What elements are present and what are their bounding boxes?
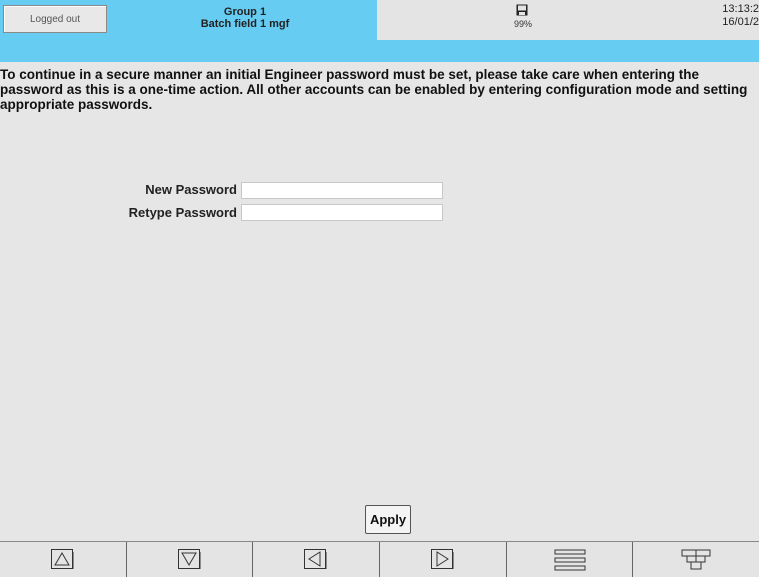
status-panel bbox=[377, 0, 759, 40]
batch-field: Batch field 1 mgf bbox=[200, 18, 290, 30]
retype-password-input[interactable] bbox=[241, 204, 443, 221]
group-title-area[interactable]: Group 1 Batch field 1 mgf bbox=[113, 0, 377, 40]
nav-right-button[interactable] bbox=[380, 542, 507, 577]
navigation-bar bbox=[0, 541, 759, 577]
clock-date: 16/01/2 bbox=[722, 16, 759, 28]
left-arrow-icon bbox=[304, 548, 327, 569]
clock: 13:13:2 16/01/2 bbox=[722, 3, 759, 29]
menu-icon bbox=[554, 549, 586, 570]
new-password-input[interactable] bbox=[241, 182, 443, 199]
grid-icon bbox=[681, 549, 711, 569]
disk-usage: 99% bbox=[513, 19, 532, 29]
down-arrow-icon bbox=[177, 548, 200, 569]
nav-left-button[interactable] bbox=[253, 542, 381, 577]
login-status-button[interactable]: Logged out bbox=[3, 5, 107, 33]
right-arrow-icon bbox=[430, 548, 454, 569]
nav-menu-button[interactable] bbox=[507, 542, 634, 577]
save-disk-icon bbox=[516, 4, 528, 16]
new-password-label: New Password bbox=[145, 182, 237, 197]
nav-down-button[interactable] bbox=[127, 542, 254, 577]
nav-grid-button[interactable] bbox=[633, 542, 759, 577]
group-name: Group 1 bbox=[223, 6, 267, 18]
title-band bbox=[0, 40, 759, 62]
nav-up-button[interactable] bbox=[0, 542, 127, 577]
login-status-label: Logged out bbox=[29, 13, 81, 25]
apply-button[interactable]: Apply bbox=[365, 505, 411, 534]
retype-password-label: Retype Password bbox=[128, 205, 237, 220]
password-instructions: To continue in a secure manner an initia… bbox=[0, 67, 748, 112]
up-arrow-icon bbox=[50, 548, 74, 569]
clock-time: 13:13:2 bbox=[722, 3, 759, 15]
